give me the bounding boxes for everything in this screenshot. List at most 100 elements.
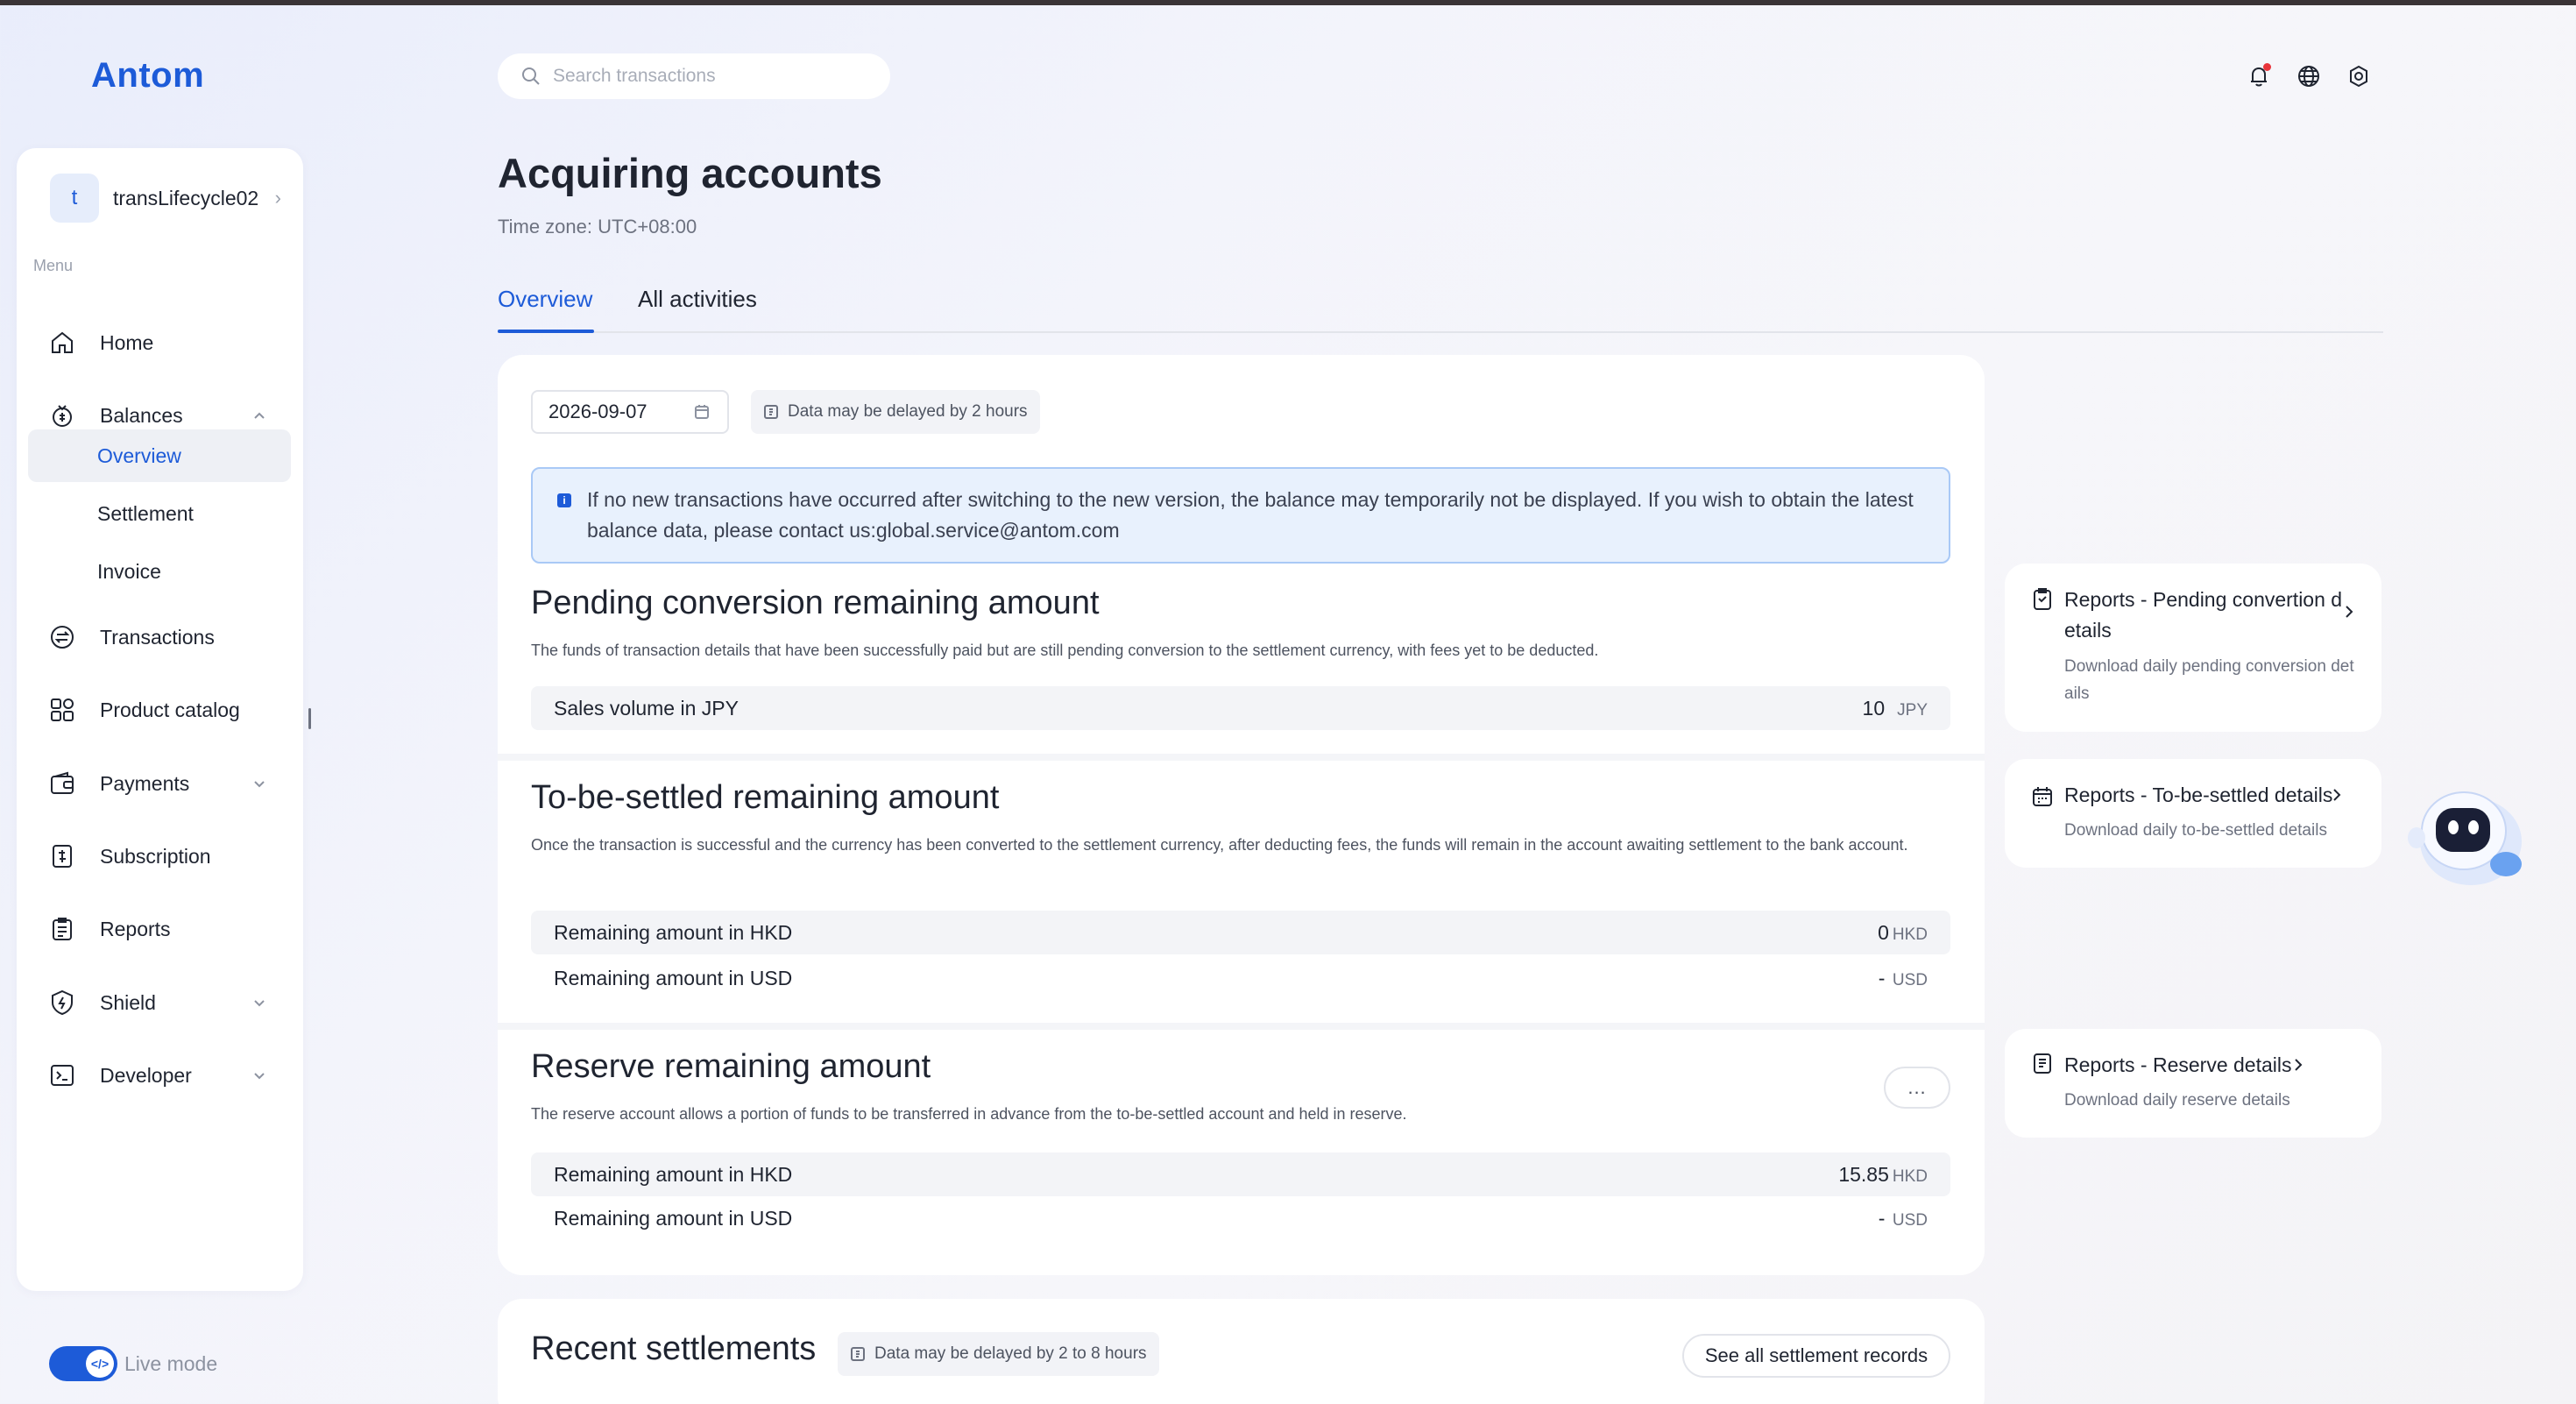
- info-icon: [764, 405, 778, 419]
- globe-icon[interactable]: [2294, 61, 2324, 91]
- report-desc: Download daily reserve details: [2064, 1091, 2290, 1110]
- chevron-down-icon: [252, 776, 266, 791]
- timezone-label: Time zone: UTC+08:00: [498, 216, 697, 238]
- report-card-to-be-settled[interactable]: Reports - To-be-settled details Download…: [2005, 759, 2381, 868]
- row-currency: USD: [1892, 1210, 1928, 1230]
- sidebar-item-label: Balances: [100, 403, 183, 427]
- sidebar-subitem-invoice[interactable]: Invoice: [28, 545, 291, 598]
- row-value: 0: [1878, 920, 1889, 944]
- row-label: Remaining amount in USD: [554, 966, 793, 989]
- search-icon: [522, 67, 540, 85]
- table-row: Remaining amount in USD - USD: [531, 1196, 1950, 1240]
- chevron-down-icon: [252, 1068, 266, 1082]
- sidebar-subitem-label: Settlement: [97, 501, 194, 525]
- grid-icon: [47, 695, 77, 725]
- sidebar-item-subscription[interactable]: Subscription: [28, 829, 291, 883]
- sidebar-subitem-label: Invoice: [97, 559, 161, 583]
- search-input[interactable]: [553, 66, 868, 87]
- report-desc-cont: ails: [2064, 684, 2090, 703]
- recent-settlements-card: Recent settlements Data may be delayed b…: [498, 1299, 1985, 1404]
- row-label: Sales volume in JPY: [554, 696, 739, 720]
- row-label: Remaining amount in HKD: [554, 920, 793, 944]
- wallet-icon: [47, 769, 77, 798]
- row-currency: HKD: [1892, 1166, 1928, 1186]
- antom-logo[interactable]: Antom: [91, 56, 204, 96]
- notification-dot: [2263, 63, 2271, 71]
- active-tab-indicator: [498, 330, 594, 333]
- report-card-reserve[interactable]: Reports - Reserve details Download daily…: [2005, 1029, 2381, 1138]
- report-title-cont: etails: [2064, 619, 2112, 642]
- recent-settlements-title: Recent settlements: [531, 1330, 817, 1367]
- date-picker[interactable]: 2026-09-07: [531, 390, 729, 434]
- sidebar-subitem-label: Overview: [97, 443, 181, 467]
- sidebar-item-label: Reports: [100, 917, 171, 940]
- sidebar-item-label: Payments: [100, 771, 190, 795]
- account-avatar: t: [50, 174, 99, 223]
- page-title: Acquiring accounts: [498, 150, 882, 196]
- exchange-icon: [47, 622, 77, 652]
- chevron-up-icon: [252, 408, 266, 422]
- bell-icon[interactable]: [2244, 61, 2274, 91]
- live-mode-toggle[interactable]: </>: [49, 1346, 117, 1381]
- section-divider: [498, 1023, 1985, 1030]
- pending-conversion-title: Pending conversion remaining amount: [531, 585, 1100, 621]
- sidebar-item-product-catalog[interactable]: Product catalog: [28, 683, 291, 737]
- chevron-right-icon: [2329, 787, 2345, 807]
- date-value: 2026-09-07: [548, 401, 648, 422]
- to-be-settled-desc: Once the transaction is successful and t…: [531, 836, 1908, 854]
- see-all-settlements-button[interactable]: See all settlement records: [1682, 1334, 1950, 1378]
- pending-conversion-desc: The funds of transaction details that ha…: [531, 642, 1599, 659]
- sidebar-item-label: Developer: [100, 1063, 192, 1087]
- document-icon: [47, 914, 77, 944]
- table-row: Sales volume in JPY 10 JPY: [531, 686, 1950, 730]
- document-icon: [2031, 1052, 2054, 1074]
- section-divider: [498, 754, 1985, 761]
- calendar-icon: [2031, 785, 2054, 808]
- search-bar[interactable]: [498, 53, 890, 99]
- home-icon: [47, 328, 77, 358]
- sidebar: t transLifecycle02 › Menu Home Balances …: [17, 148, 303, 1291]
- reserve-title: Reserve remaining amount: [531, 1048, 931, 1085]
- sidebar-item-label: Subscription: [100, 844, 211, 868]
- report-desc: Download daily to-be-settled details: [2064, 821, 2327, 840]
- table-row: Remaining amount in HKD 15.85 HKD: [531, 1152, 1950, 1196]
- row-currency: JPY: [1897, 700, 1928, 720]
- sidebar-item-shield[interactable]: Shield: [28, 975, 291, 1030]
- shield-icon: [47, 988, 77, 1018]
- sidebar-item-reports[interactable]: Reports: [28, 902, 291, 956]
- sidebar-subitem-overview[interactable]: Overview: [28, 429, 291, 482]
- tab-all-activities[interactable]: All activities: [638, 286, 757, 313]
- sidebar-item-label: Shield: [100, 990, 156, 1014]
- data-delay-text: Data may be delayed by 2 hours: [788, 402, 1028, 421]
- data-delay-badge: Data may be delayed by 2 to 8 hours: [838, 1332, 1159, 1376]
- chevron-right-icon: [2290, 1057, 2306, 1077]
- window-top-border: [0, 0, 2576, 5]
- settings-icon[interactable]: [2344, 61, 2374, 91]
- report-desc: Download daily pending conversion det: [2064, 657, 2354, 676]
- table-row: Remaining amount in USD - USD: [531, 956, 1950, 1000]
- sidebar-item-home[interactable]: Home: [28, 316, 291, 370]
- live-mode-label: Live mode: [124, 1351, 218, 1375]
- info-icon: i: [557, 493, 571, 507]
- reserve-desc: The reserve account allows a portion of …: [531, 1105, 1407, 1123]
- balance-notice-banner: i If no new transactions have occurred a…: [531, 467, 1950, 564]
- sidebar-item-transactions[interactable]: Transactions: [28, 610, 291, 664]
- account-switcher[interactable]: t transLifecycle02 ›: [32, 171, 292, 225]
- code-icon: </>: [86, 1350, 114, 1378]
- notice-text: If no new transactions have occurred aft…: [587, 488, 1914, 542]
- tab-overview[interactable]: Overview: [498, 286, 592, 313]
- row-label: Remaining amount in HKD: [554, 1162, 793, 1186]
- row-value: -: [1878, 1206, 1886, 1230]
- data-delay-text: Data may be delayed by 2 to 8 hours: [874, 1344, 1147, 1363]
- calendar-icon: [695, 405, 709, 419]
- to-be-settled-title: To-be-settled remaining amount: [531, 779, 1000, 816]
- sidebar-collapse-handle[interactable]: [308, 708, 311, 729]
- subscription-icon: [47, 841, 77, 871]
- ai-assistant-robot-icon[interactable]: [2401, 780, 2529, 892]
- report-card-pending-conversion[interactable]: Reports - Pending convertion d etails Do…: [2005, 564, 2381, 732]
- sidebar-item-developer[interactable]: Developer: [28, 1048, 291, 1103]
- sidebar-subitem-settlement[interactable]: Settlement: [28, 487, 291, 540]
- balances-card: 2026-09-07 Data may be delayed by 2 hour…: [498, 355, 1985, 1275]
- sidebar-item-payments[interactable]: Payments: [28, 756, 291, 811]
- live-mode-switch[interactable]: </> Live mode: [49, 1346, 217, 1381]
